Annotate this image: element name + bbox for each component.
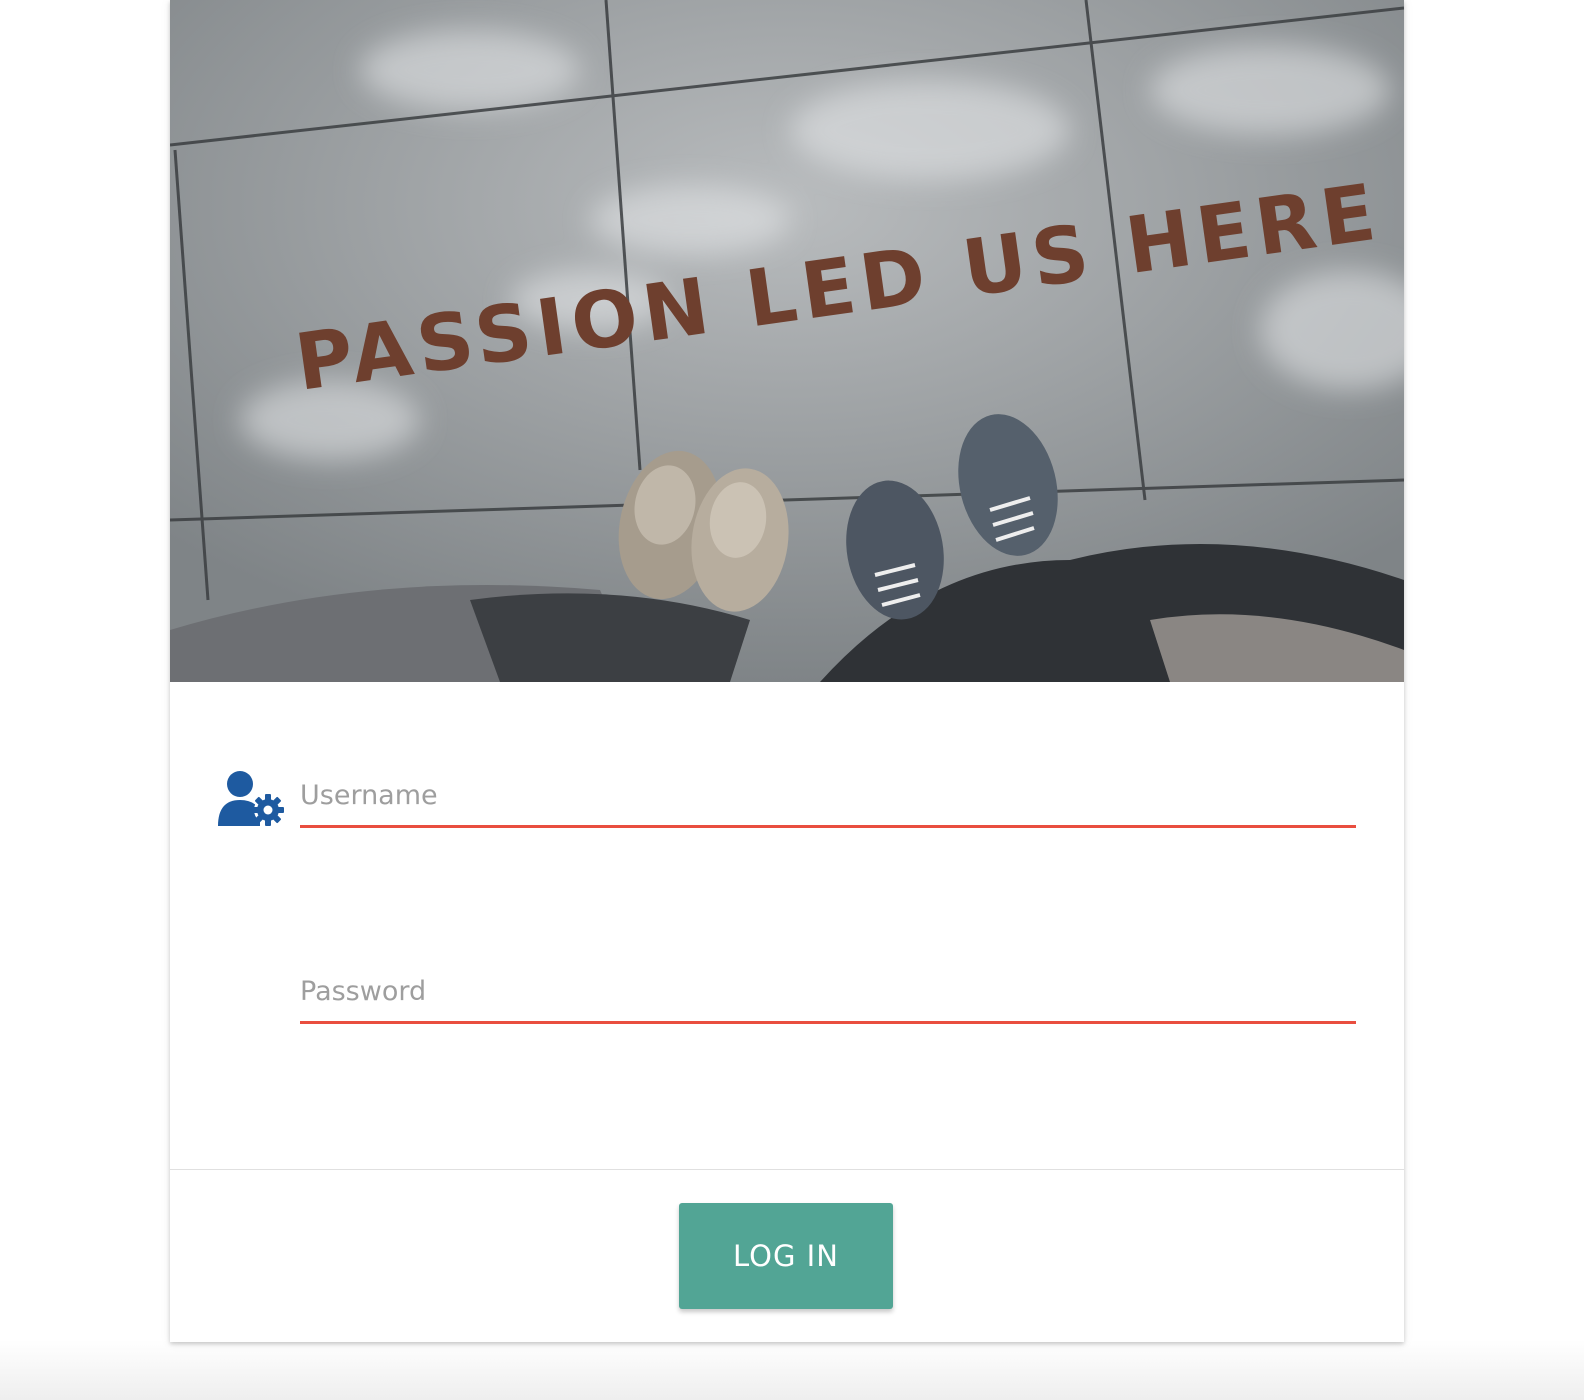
username-underline [300, 825, 1356, 828]
password-underline [300, 1021, 1356, 1024]
username-field-wrapper [300, 772, 1356, 828]
username-input[interactable] [300, 772, 1356, 825]
page-bottom-fade [0, 1340, 1584, 1400]
password-input[interactable] [300, 968, 1356, 1021]
password-field-wrapper [300, 968, 1356, 1024]
hero-image: PASSION LED US HERE [170, 0, 1404, 682]
login-card: PASSION LED US HERE Username LOG IN [170, 0, 1404, 1342]
actions-divider [170, 1169, 1404, 1170]
login-page: PASSION LED US HERE Username LOG IN [0, 0, 1584, 1400]
login-button[interactable]: LOG IN [679, 1203, 893, 1309]
login-form [170, 682, 1404, 1170]
user-gear-icon [216, 770, 288, 830]
